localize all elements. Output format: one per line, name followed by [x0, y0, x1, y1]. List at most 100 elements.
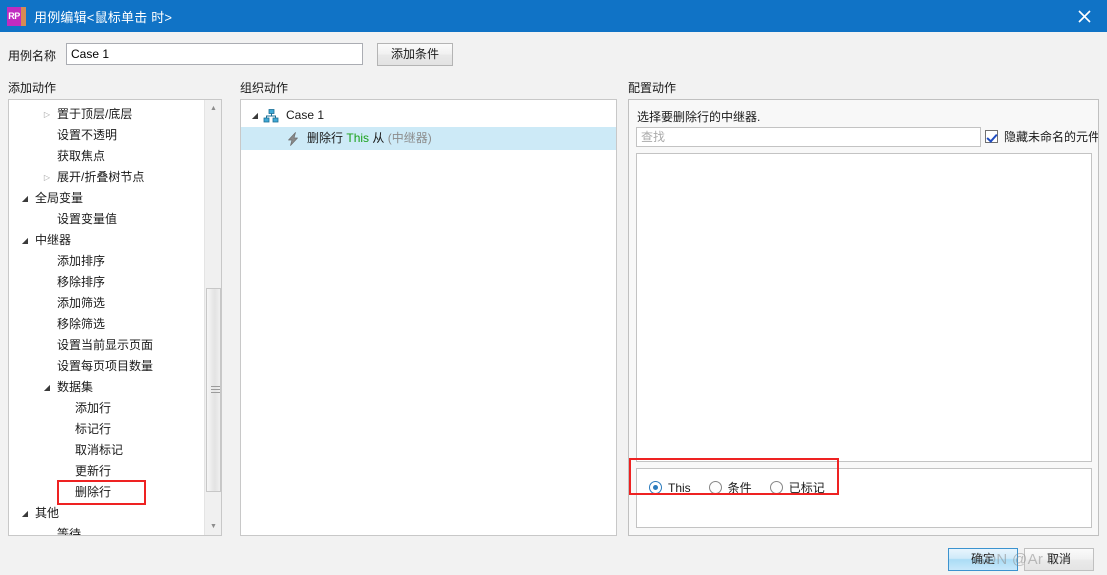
action-tree-item-label: 设置每页项目数量 — [57, 359, 154, 373]
scope-radio-label: 已标记 — [788, 481, 825, 495]
hide-unnamed-checkbox[interactable]: 隐藏未命名的元件 — [985, 128, 1099, 145]
organize-case-row[interactable]: ◢ Case 1 — [241, 104, 616, 127]
organize-row-label: 删除行 This 从 (中继器) — [241, 131, 432, 145]
action-tree-item[interactable]: ▷ 展开/折叠树节点 — [9, 167, 205, 188]
scope-radio-1[interactable]: This — [649, 481, 691, 495]
checkbox-icon — [985, 130, 998, 143]
action-tree-item-label: 获取焦点 — [57, 149, 106, 163]
search-input[interactable] — [636, 127, 981, 147]
scroll-down-icon[interactable]: ▼ — [205, 518, 221, 535]
action-tree-scrollbar[interactable]: ▲ ▼ — [204, 100, 221, 535]
cancel-button[interactable]: 取消 — [1024, 548, 1094, 571]
action-tree-item-label: 设置不透明 — [57, 128, 118, 142]
action-tree-item-label: 置于顶层/底层 — [57, 107, 133, 121]
action-tree-item-label: 标记行 — [75, 422, 112, 436]
action-tree-item-label: 更新行 — [75, 464, 112, 478]
ok-button[interactable]: 确定 — [948, 548, 1018, 571]
sitemap-icon — [263, 108, 279, 124]
action-tree-item[interactable]: 获取焦点 — [9, 146, 205, 167]
scope-radio-panel: This 条件 已标记 — [636, 468, 1092, 528]
action-tree-item[interactable]: 删除行 — [9, 482, 205, 503]
organize-action-heading: 组织动作 — [240, 81, 289, 95]
action-tree-item[interactable]: 设置当前显示页面 — [9, 335, 205, 356]
action-tree-item-label: 全局变量 — [35, 191, 84, 205]
window-title: 用例编辑<鼠标单击 时> — [34, 9, 173, 25]
scope-radio-label: This — [668, 480, 691, 495]
case-name-row: 用例名称 添加条件 — [0, 40, 1107, 70]
add-condition-button[interactable]: 添加条件 — [377, 43, 453, 66]
action-tree-item-label: 其他 — [35, 506, 60, 520]
organize-action-panel: ◢ Case 1 删除行 This 从 (中继器) — [240, 99, 617, 536]
action-tree-item[interactable]: ◢ 其他 — [9, 503, 205, 524]
action-label-main: 删除行 — [307, 131, 344, 145]
chevron-down-icon[interactable]: ◢ — [18, 230, 32, 251]
use-case-editor-dialog: RP 用例编辑<鼠标单击 时> 用例名称 添加条件 添加动作 组织动作 配置动作… — [0, 0, 1107, 575]
action-tree-item[interactable]: 设置不透明 — [9, 125, 205, 146]
action-tree-item-label: 添加行 — [75, 401, 112, 415]
scope-radio-label: 条件 — [727, 481, 752, 495]
radio-icon[interactable] — [649, 481, 662, 494]
organize-action-row[interactable]: 删除行 This 从 (中继器) — [241, 127, 616, 150]
configure-prompt: 选择要删除行的中继器. — [637, 110, 761, 124]
axure-rp-icon-label: RP — [8, 10, 20, 21]
action-label-source: (中继器) — [387, 131, 432, 145]
hide-unnamed-label: 隐藏未命名的元件 — [1004, 130, 1099, 144]
configure-action-panel: 选择要删除行的中继器. 隐藏未命名的元件 This 条件 已标记 — [628, 99, 1099, 536]
close-icon — [1078, 9, 1091, 23]
scrollbar-thumb[interactable] — [206, 288, 221, 492]
organize-case-label: Case 1 — [286, 108, 325, 122]
organize-tree[interactable]: ◢ Case 1 删除行 This 从 (中继器) — [241, 100, 616, 150]
close-button[interactable] — [1062, 0, 1107, 32]
chevron-right-icon[interactable]: ▷ — [40, 104, 54, 125]
action-tree-item[interactable]: ◢ 全局变量 — [9, 188, 205, 209]
axure-rp-icon: RP — [7, 6, 26, 26]
action-tree-item-label: 中继器 — [35, 233, 72, 247]
action-tree-item[interactable]: 添加筛选 — [9, 293, 205, 314]
title-bar: RP 用例编辑<鼠标单击 时> — [0, 0, 1107, 32]
scope-radio-2[interactable]: 条件 — [708, 479, 752, 496]
lightning-icon — [285, 131, 301, 147]
widget-list[interactable] — [636, 153, 1092, 462]
configure-action-heading: 配置动作 — [628, 81, 677, 95]
chevron-down-icon[interactable]: ◢ — [18, 503, 32, 524]
action-tree-item[interactable]: 添加行 — [9, 398, 205, 419]
action-tree-item[interactable]: 移除筛选 — [9, 314, 205, 335]
chevron-down-icon[interactable]: ◢ — [18, 188, 32, 209]
action-tree-item[interactable]: ▷ 置于顶层/底层 — [9, 104, 205, 125]
chevron-down-icon[interactable]: ◢ — [249, 104, 261, 127]
action-tree[interactable]: ▷ 置于顶层/底层 设置不透明 获取焦点 ▷ 展开/折叠树节点 ◢ 全局变量 设置变量值 ◢ 中继器… — [9, 100, 205, 535]
action-tree-item[interactable]: 标记行 — [9, 419, 205, 440]
action-tree-item[interactable]: ◢ 中继器 — [9, 230, 205, 251]
action-tree-item-label: 添加排序 — [57, 254, 106, 268]
scroll-up-icon[interactable]: ▲ — [205, 100, 221, 117]
radio-icon[interactable] — [769, 481, 783, 494]
action-tree-item-label: 移除筛选 — [57, 317, 106, 331]
action-tree-item-label: 删除行 — [75, 485, 112, 499]
action-tree-item[interactable]: 取消标记 — [9, 440, 205, 461]
action-tree-item[interactable]: 设置每页项目数量 — [9, 356, 205, 377]
action-tree-item[interactable]: 添加排序 — [9, 251, 205, 272]
action-tree-item-label: 数据集 — [57, 380, 94, 394]
action-tree-item-label: 取消标记 — [75, 443, 124, 457]
scrollbar-grip-icon — [211, 386, 220, 395]
action-tree-item-label: 等待 — [57, 527, 82, 535]
add-action-panel: ▷ 置于顶层/底层 设置不透明 获取焦点 ▷ 展开/折叠树节点 ◢ 全局变量 设置变量值 ◢ 中继器… — [8, 99, 222, 536]
chevron-down-icon[interactable]: ◢ — [40, 377, 54, 398]
radio-icon[interactable] — [708, 481, 722, 494]
scope-radio-group[interactable]: This 条件 已标记 — [649, 479, 843, 496]
action-tree-item-label: 设置变量值 — [57, 212, 118, 226]
chevron-right-icon[interactable]: ▷ — [40, 167, 54, 188]
action-tree-item[interactable]: 更新行 — [9, 461, 205, 482]
action-tree-item[interactable]: 设置变量值 — [9, 209, 205, 230]
action-tree-item[interactable]: 等待 — [9, 524, 205, 535]
scope-radio-3[interactable]: 已标记 — [769, 479, 825, 496]
case-name-label: 用例名称 — [8, 49, 57, 63]
action-label-mid: 从 — [372, 131, 385, 145]
action-tree-item[interactable]: 移除排序 — [9, 272, 205, 293]
add-action-heading: 添加动作 — [8, 81, 57, 95]
action-label-target: This — [346, 131, 370, 145]
action-tree-item[interactable]: ◢ 数据集 — [9, 377, 205, 398]
action-tree-item-label: 设置当前显示页面 — [57, 338, 154, 352]
action-tree-item-label: 移除排序 — [57, 275, 106, 289]
case-name-input[interactable] — [66, 43, 363, 65]
